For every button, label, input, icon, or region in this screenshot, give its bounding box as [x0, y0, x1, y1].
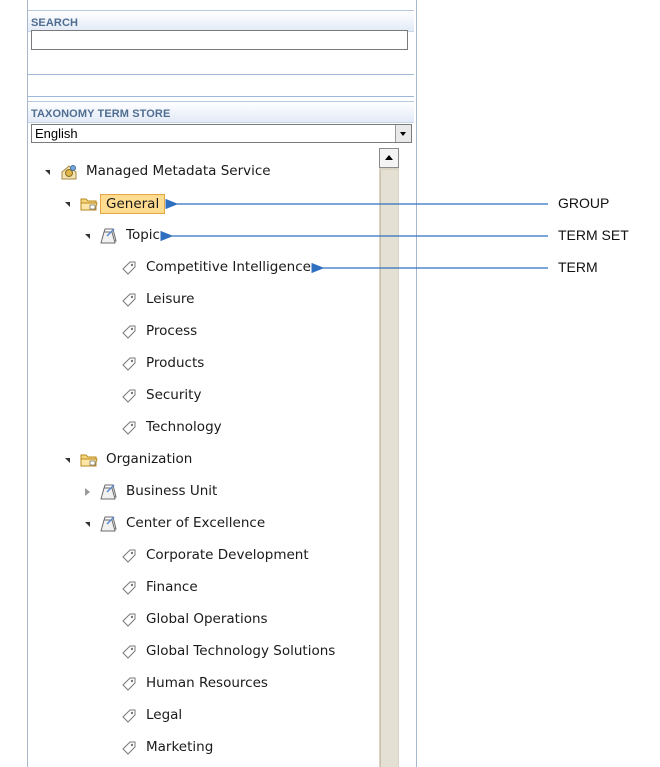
- annotation-label: TERM SET: [558, 227, 629, 243]
- annotation-arrows: [160, 198, 548, 274]
- annotation-label: GROUP: [558, 195, 610, 211]
- annotation-label: TERM: [558, 259, 598, 275]
